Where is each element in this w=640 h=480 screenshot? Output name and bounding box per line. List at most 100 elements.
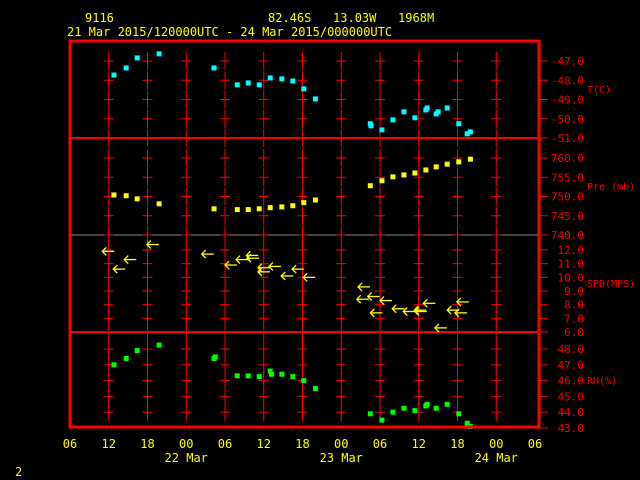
station-id: 9116 bbox=[85, 11, 114, 25]
relative_humidity-point bbox=[234, 373, 240, 379]
temperature-point bbox=[312, 96, 318, 102]
pressure-point bbox=[290, 203, 296, 209]
y-tick-label: 760.0 bbox=[551, 152, 584, 165]
pressure-point bbox=[456, 159, 462, 165]
x-tick-label: 06 bbox=[218, 437, 232, 451]
y-tick-label: 10.0 bbox=[558, 271, 585, 284]
relative_humidity-point bbox=[269, 371, 274, 377]
wind-arrow bbox=[200, 249, 214, 259]
x-tick-label: 18 bbox=[295, 437, 309, 451]
relative_humidity-point bbox=[301, 378, 307, 384]
temperature-point bbox=[256, 82, 262, 88]
wind-arrow bbox=[369, 308, 383, 318]
pressure-point bbox=[156, 201, 162, 207]
pressure-point bbox=[412, 170, 418, 176]
wind-arrow bbox=[379, 296, 392, 306]
y-tick-label: 6.0 bbox=[564, 326, 584, 339]
pressure-point bbox=[111, 192, 117, 198]
pressure-point bbox=[245, 207, 251, 213]
relative_humidity-point bbox=[367, 411, 373, 417]
temperature-point bbox=[111, 72, 117, 78]
y-tick-label: 755.0 bbox=[551, 171, 584, 184]
wind-arrow bbox=[433, 323, 447, 333]
x-tick-label: 06 bbox=[528, 437, 542, 451]
pressure-point bbox=[444, 161, 450, 167]
x-date-label: 23 Mar bbox=[320, 451, 363, 465]
y-tick-label: 45.0 bbox=[558, 390, 585, 403]
temperature-point bbox=[379, 127, 385, 133]
temperature-point bbox=[424, 105, 430, 111]
temperature-point bbox=[134, 55, 140, 61]
relative_humidity-point bbox=[412, 408, 418, 414]
wind-arrow bbox=[422, 298, 436, 308]
pressure-point bbox=[301, 200, 307, 206]
y-tick-label: 750.0 bbox=[551, 191, 584, 204]
x-date-label: 24 Mar bbox=[475, 451, 518, 465]
temperature-point bbox=[435, 109, 441, 115]
y-tick-label: -50.0 bbox=[551, 113, 584, 126]
y-tick-label: 44.0 bbox=[558, 406, 585, 419]
axis-label-pressure: Pre (mb) bbox=[587, 182, 635, 193]
y-tick-label: -47.0 bbox=[551, 55, 584, 68]
temperature-point bbox=[390, 117, 396, 123]
y-tick-label: 740.0 bbox=[551, 229, 584, 242]
x-tick-label: 00 bbox=[179, 437, 193, 451]
pressure-point bbox=[256, 206, 262, 212]
wind-arrow bbox=[112, 264, 126, 274]
relative_humidity-point bbox=[134, 348, 140, 354]
relative_humidity-point bbox=[433, 405, 439, 411]
pressure-point bbox=[433, 164, 439, 170]
y-tick-label: 8.0 bbox=[564, 299, 584, 312]
relative_humidity-point bbox=[279, 371, 285, 377]
relative_humidity-point bbox=[424, 401, 430, 407]
pressure-point bbox=[279, 204, 285, 210]
pressure-point bbox=[211, 206, 217, 212]
temperature-point bbox=[211, 65, 217, 71]
pressure-point bbox=[267, 205, 273, 211]
relative_humidity-point bbox=[245, 373, 251, 379]
y-tick-label: 745.0 bbox=[551, 210, 584, 223]
x-tick-label: 12 bbox=[102, 437, 116, 451]
temperature-point bbox=[234, 82, 240, 88]
relative_humidity-point bbox=[212, 354, 218, 360]
relative_humidity-point bbox=[123, 355, 129, 361]
axis-label-temperature: T(C) bbox=[587, 85, 611, 96]
page-number: 2 bbox=[15, 465, 22, 479]
x-date-label: 22 Mar bbox=[165, 451, 208, 465]
relative_humidity-point bbox=[390, 409, 396, 415]
y-tick-label: 47.0 bbox=[558, 359, 585, 372]
temperature-point bbox=[123, 65, 129, 71]
y-tick-label: -49.0 bbox=[551, 94, 584, 107]
y-tick-label: 43.0 bbox=[558, 422, 585, 435]
x-tick-label: 18 bbox=[140, 437, 154, 451]
wind-arrow bbox=[235, 255, 248, 265]
relative_humidity-point bbox=[379, 417, 385, 423]
wind-arrow bbox=[267, 261, 281, 271]
relative_humidity-point bbox=[456, 411, 462, 417]
x-tick-label: 06 bbox=[63, 437, 77, 451]
temperature-point bbox=[456, 121, 462, 127]
wind-arrow bbox=[224, 260, 237, 270]
x-tick-label: 12 bbox=[412, 437, 426, 451]
pressure-point bbox=[467, 156, 473, 162]
y-tick-label: -48.0 bbox=[551, 74, 584, 87]
temperature-point bbox=[156, 51, 162, 57]
time-period: 21 Mar 2015/120000UTC - 24 Mar 2015/0000… bbox=[67, 25, 392, 39]
wind-arrow bbox=[357, 282, 371, 292]
pressure-point bbox=[234, 207, 240, 213]
plot-frame bbox=[68, 39, 541, 429]
pressure-point bbox=[423, 167, 429, 173]
temperature-point bbox=[444, 105, 450, 111]
temperature-point bbox=[279, 76, 285, 82]
temperature-point bbox=[467, 129, 473, 135]
temperature-point bbox=[368, 123, 374, 129]
temperature-point bbox=[290, 78, 296, 84]
y-tick-label: 12.0 bbox=[558, 244, 585, 257]
relative_humidity-point bbox=[156, 342, 162, 348]
y-tick-label: -51.0 bbox=[551, 132, 584, 145]
temperature-point bbox=[412, 115, 418, 121]
pressure-point bbox=[390, 174, 396, 180]
temperature-point bbox=[401, 109, 407, 115]
temperature-point bbox=[245, 80, 251, 86]
relative_humidity-point bbox=[312, 386, 318, 391]
